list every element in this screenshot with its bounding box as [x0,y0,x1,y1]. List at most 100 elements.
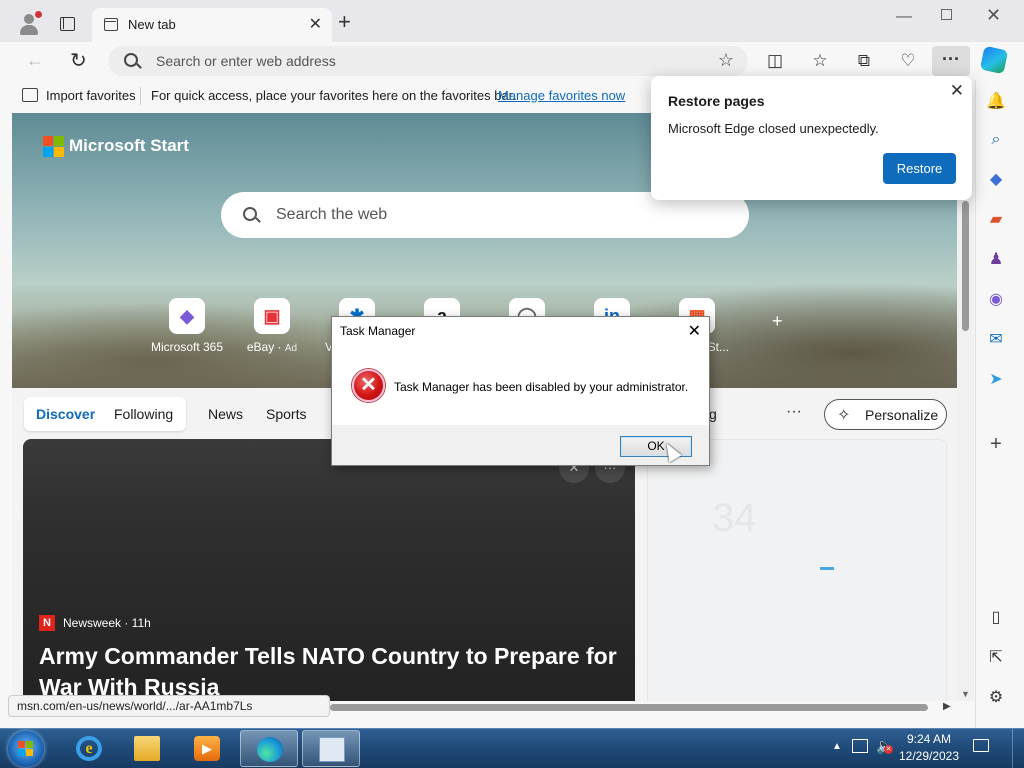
weather-widget[interactable]: 34 [647,439,947,701]
status-url-bar: msn.com/en-us/news/world/.../ar-AA1mb7Ls [8,695,330,717]
split-screen-icon[interactable]: ◫ [764,50,786,72]
restore-button[interactable]: Restore [883,153,956,184]
start-button[interactable] [8,731,44,767]
manage-favorites-link[interactable]: Manage favorites now [498,88,625,103]
network-icon[interactable] [852,739,868,753]
refresh-icon[interactable]: ↻ [70,48,87,73]
newsweek-logo-icon: N [39,615,55,631]
news-card[interactable]: ✕ ··· N Newsweek · 11h Army Commander Te… [23,439,635,701]
browser-toolbar: ← ↻ Search or enter web address ☆ ◫ ☆ ⧉ … [0,42,1024,80]
tab-discover[interactable]: Discover [36,406,95,422]
close-icon[interactable]: ✕ [688,321,701,341]
taskbar-media-player[interactable]: ▶ [178,730,236,767]
task-manager-error-dialog: Task Manager ✕ ✕ Task Manager has been d… [331,316,710,466]
hide-sidebar-icon[interactable]: ▯ [986,608,1006,628]
tab-sports[interactable]: Sports [266,406,306,422]
quick-link-ebay[interactable]: ▣ eBay · Ad [232,298,312,354]
brand-title: Microsoft Start [69,136,189,155]
show-desktop-button[interactable] [1012,729,1024,768]
task-manager-icon [319,737,345,762]
sparkle-icon: ✧ [837,407,851,424]
taskbar-edge[interactable] [240,730,298,767]
close-window-button[interactable]: ✕ [986,5,1001,26]
drop-icon[interactable]: ➤ [986,370,1006,390]
personalize-button[interactable]: ✧ Personalize [824,399,947,430]
scroll-right-arrow-icon[interactable]: ▶ [943,701,951,712]
notifications-bell-icon[interactable]: 🔔 [986,92,1006,112]
microsoft-365-icon[interactable]: ◉ [986,290,1006,310]
add-sidebar-app-icon[interactable]: + [986,434,1006,454]
tab-new-tab[interactable]: New tab ✕ [92,8,332,42]
tab-following[interactable]: Following [114,406,173,422]
tab-actions-icon[interactable] [60,17,75,31]
microsoft-logo-icon [43,136,64,157]
status-url: msn.com/en-us/news/world/.../ar-AA1mb7Ls [17,699,253,713]
folder-icon [134,736,160,761]
add-favorite-star-icon[interactable]: ☆ [718,50,734,71]
sidebar-settings-gear-icon[interactable]: ⚙ [986,688,1006,708]
personalize-label: Personalize [865,407,939,423]
edge-icon [257,737,283,762]
games-icon[interactable]: ♟ [986,250,1006,270]
windows-taskbar: e ▶ ▲ 🔈 ✕ 9:24 AM 12/29/2023 [0,728,1024,768]
ad-badge: Ad [284,343,298,354]
weather-indicator [820,567,834,570]
quick-link-label: St... [707,340,729,354]
restore-title: Restore pages [668,93,765,109]
close-icon[interactable]: ✕ [950,81,964,101]
collections-icon[interactable]: ⧉ [853,50,875,72]
outlook-icon[interactable]: ✉ [986,330,1006,350]
media-player-icon: ▶ [194,736,220,761]
error-icon: ✕ [352,369,385,402]
scrollbar-thumb[interactable] [330,704,928,711]
article-headline[interactable]: Army Commander Tells NATO Country to Pre… [39,641,629,701]
favorites-icon[interactable]: ☆ [809,50,831,72]
maximize-button[interactable] [941,9,952,20]
microsoft-365-icon: ◆ [169,298,205,334]
article-source: Newsweek · 11h [63,616,151,630]
scroll-down-arrow-icon[interactable]: ▼ [961,689,970,699]
address-bar[interactable]: Search or enter web address ☆ [108,46,748,76]
tab-partial[interactable]: g [709,406,717,422]
restore-message: Microsoft Edge closed unexpectedly. [668,121,879,136]
muted-badge-icon: ✕ [884,745,893,754]
vertical-scrollbar[interactable]: ▼ [957,113,974,701]
show-hidden-icons-icon[interactable]: ▲ [832,741,842,752]
restore-pages-popup: Restore pages Microsoft Edge closed unex… [651,76,972,200]
search-icon [124,53,138,67]
dialog-message: Task Manager has been disabled by your a… [394,380,689,394]
edge-sidebar: 🔔 ⌕ ◆ ▰ ♟ ◉ ✉ ➤ + ▯ ⇱ ⚙ [975,80,1024,728]
tab-title: New tab [128,17,176,32]
taskbar-task-manager[interactable] [302,730,360,767]
taskbar-file-explorer[interactable] [118,730,176,767]
open-external-icon[interactable]: ⇱ [986,648,1006,668]
quick-link-label: eBay [246,340,275,354]
search-icon [243,207,257,221]
import-favorites-button[interactable]: Import favorites [46,88,136,103]
back-arrow-icon[interactable]: ← [26,50,44,71]
tools-icon[interactable]: ▰ [986,210,1006,230]
minimize-button[interactable]: — [896,8,912,26]
shopping-tag-icon[interactable]: ◆ [986,170,1006,190]
copilot-icon[interactable] [979,45,1009,75]
new-tab-button[interactable]: + [338,11,351,33]
internet-explorer-icon: e [76,736,102,761]
quick-link-microsoft-365[interactable]: ◆ Microsoft 365 [147,298,227,354]
title-bar: New tab ✕ + — ✕ [0,0,1024,42]
browser-essentials-icon[interactable]: ♡ [897,50,919,72]
more-tabs-button[interactable]: ··· [786,403,802,421]
taskbar-internet-explorer[interactable]: e [60,730,118,767]
profile-avatar-icon[interactable] [16,10,42,36]
horizontal-scrollbar[interactable] [330,701,930,713]
clock-date[interactable]: 12/29/2023 [898,749,960,763]
tab-close-icon[interactable]: ✕ [309,14,322,34]
tab-news[interactable]: News [208,406,243,422]
scrollbar-thumb[interactable] [962,201,969,331]
address-placeholder: Search or enter web address [156,53,336,69]
divider [140,87,141,105]
search-icon[interactable]: ⌕ [986,130,1006,150]
action-center-icon[interactable] [973,739,989,752]
clock-time[interactable]: 9:24 AM [902,732,956,746]
add-quick-link-button[interactable]: + [772,311,783,332]
settings-more-icon[interactable]: ··· [932,46,970,76]
